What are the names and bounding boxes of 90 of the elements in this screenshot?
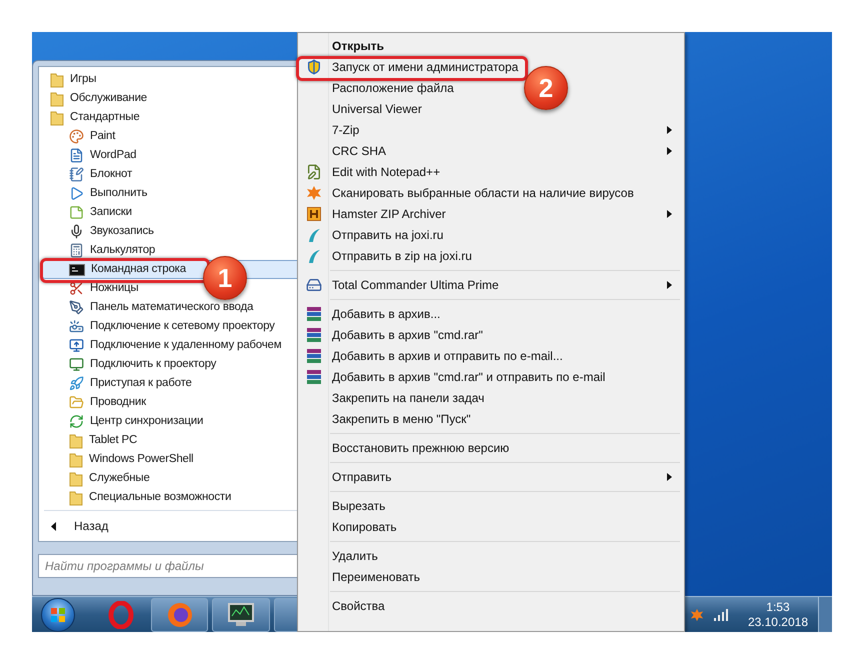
menu-item[interactable]: Центр синхронизации [42, 412, 302, 431]
sticky-note-icon [69, 205, 84, 220]
menu-item[interactable]: Открыть [332, 36, 384, 54]
menu-item[interactable]: Добавить в архив "cmd.rar" и отправить по e-mail [332, 368, 606, 386]
sync-icon [69, 414, 84, 429]
menu-item[interactable]: Выполнить [42, 184, 302, 203]
menu-item[interactable]: Отправить [332, 468, 392, 486]
menu-item[interactable]: Total Commander Ultima Prime [332, 276, 499, 294]
menu-item[interactable]: Служебные [42, 469, 302, 488]
rocket-icon [69, 376, 84, 391]
menu-item[interactable]: Добавить в архив... [332, 304, 440, 322]
menu-item[interactable]: Переименовать [332, 568, 420, 586]
menu-item[interactable]: Звукозапись [42, 222, 302, 241]
folder-icon [50, 72, 64, 88]
run-icon [69, 186, 84, 201]
menu-item[interactable]: Приступая к работе [42, 374, 302, 393]
menu-item[interactable]: Отправить в zip на joxi.ru [332, 246, 472, 264]
menu-item[interactable]: WordPad [42, 146, 302, 165]
menu-item[interactable]: Universal Viewer [332, 100, 422, 118]
folder-icon [69, 452, 83, 468]
menu-item[interactable]: Добавить в архив "cmd.rar" [332, 326, 483, 344]
menu-item[interactable]: Добавить в архив и отправить по e-mail... [332, 346, 563, 364]
menu-item[interactable]: Записки [42, 203, 302, 222]
books-icon [306, 306, 322, 322]
menu-item[interactable]: Панель математического ввода [42, 298, 302, 317]
menu-item[interactable]: Свойства [332, 596, 385, 614]
menu-item[interactable]: Вырезать [332, 496, 386, 514]
swoosh-icon [306, 226, 320, 242]
books-icon [306, 326, 322, 342]
palette-icon [69, 129, 84, 144]
menu-item[interactable]: Hamster ZIP Archiver [332, 204, 446, 222]
menu-item[interactable]: Подключение к удаленному рабочем [42, 336, 302, 355]
menu-item[interactable]: Подключение к сетевому проектору [42, 317, 302, 336]
menu-item[interactable]: Сканировать выбранные области на наличие вирусов [332, 184, 634, 202]
menu-item[interactable]: Блокнот [42, 165, 302, 184]
monitor-icon [69, 338, 84, 353]
menu-item[interactable]: Подключить к проектору [42, 355, 302, 374]
pen-icon [69, 300, 84, 315]
menu-item[interactable]: Копировать [332, 518, 397, 536]
splat-icon [306, 184, 322, 200]
folder-icon [69, 432, 83, 448]
windows-logo-icon [50, 606, 66, 622]
splat-icon [690, 608, 704, 622]
folder-icon [69, 470, 83, 486]
notepad-icon [69, 167, 84, 182]
menu-item[interactable]: Отправить на joxi.ru [332, 226, 444, 244]
console-icon [69, 264, 85, 276]
ring-icon [108, 600, 134, 628]
back-arrow-icon [51, 522, 56, 530]
menu-item[interactable]: Удалить [332, 546, 378, 564]
menu-item[interactable]: Tablet PC [42, 431, 302, 450]
folder-icon [50, 110, 64, 126]
monitor-icon [69, 357, 84, 372]
menu-item[interactable]: Закрепить на панели задач [332, 388, 484, 406]
back-button[interactable]: Назад [42, 511, 302, 541]
menu-item[interactable]: Закрепить в меню "Пуск" [332, 410, 471, 428]
shield-icon [306, 58, 322, 74]
menu-item[interactable]: Стандартные [42, 108, 302, 127]
menu-item[interactable]: Игры [42, 70, 302, 89]
scissors-icon [69, 281, 84, 296]
calculator-icon [69, 243, 84, 258]
clock-time: 1:53 [766, 600, 790, 614]
folder-icon [69, 490, 83, 506]
archiver-icon [306, 206, 320, 220]
notepad-icon [306, 164, 322, 180]
folder-icon [50, 90, 64, 106]
swoosh-icon [306, 248, 320, 264]
menu-item[interactable]: Проводник [42, 393, 302, 412]
monitor-icon [227, 602, 255, 628]
menu-item[interactable]: Обслуживание [42, 89, 302, 108]
menu-item[interactable]: CRC SHA [332, 142, 386, 160]
books-icon [306, 368, 322, 384]
start-button[interactable] [41, 598, 75, 632]
document-icon [69, 148, 84, 163]
menu-item[interactable]: Специальные возможности [42, 488, 302, 507]
taskbar-button[interactable] [212, 598, 270, 632]
drive-icon [306, 276, 322, 292]
signal-bars-icon [714, 608, 730, 620]
menu-item[interactable]: Восстановить прежнюю версию [332, 438, 510, 456]
menu-item[interactable]: Запуск от имени администратора [332, 58, 518, 76]
microphone-icon [69, 224, 84, 239]
menu-item[interactable]: 7-Zip [332, 120, 360, 138]
folder-icon [69, 395, 84, 410]
menu-item[interactable]: Paint [42, 127, 302, 146]
menu-item[interactable]: Edit with Notepad++ [332, 162, 440, 180]
projector-icon [69, 319, 84, 334]
menu-item[interactable]: Windows PowerShell [42, 450, 302, 469]
clock-date: 23.10.2018 [748, 614, 808, 630]
books-icon [306, 348, 322, 364]
menu-item[interactable]: Расположение файла [332, 78, 454, 96]
